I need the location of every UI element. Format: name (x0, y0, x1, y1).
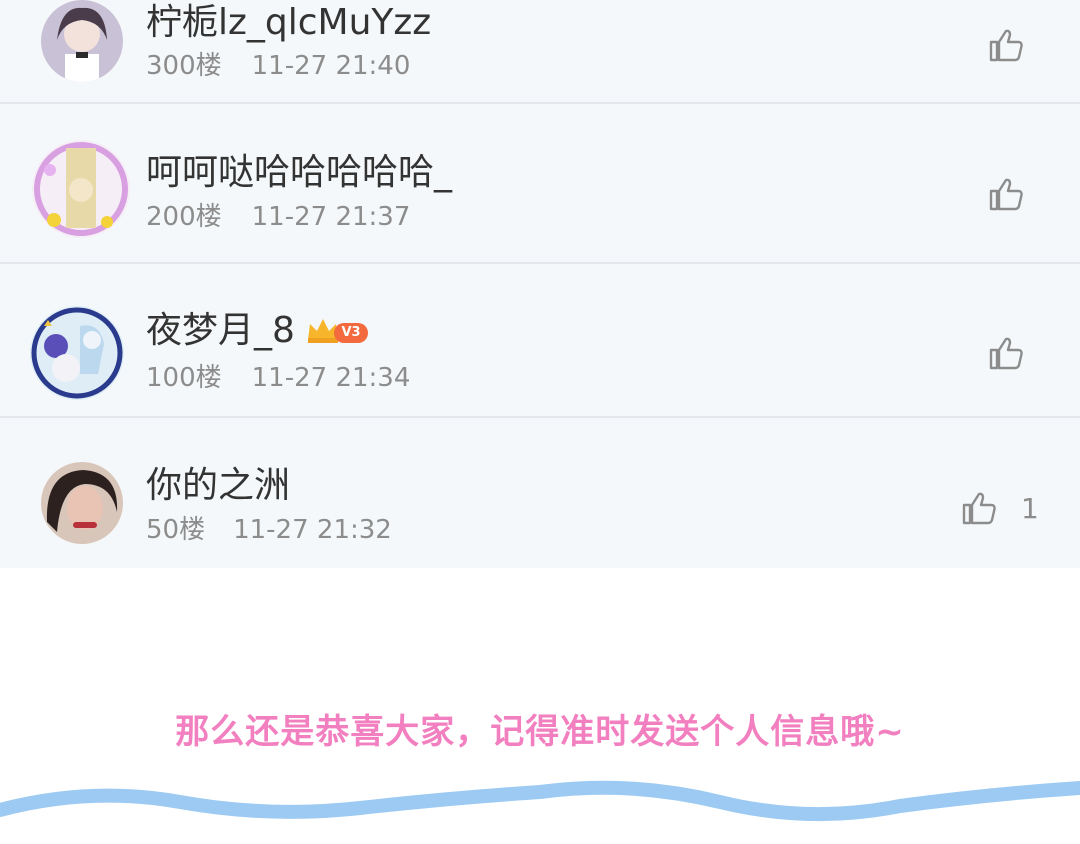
comment-meta: 50楼 11-27 21:32 (146, 517, 392, 543)
floor-number: 100楼 (146, 363, 222, 393)
caption-text: 那么还是恭喜大家，记得准时发送个人信息哦~ (175, 712, 905, 752)
thumbs-up-icon (989, 29, 1023, 62)
avatar[interactable] (41, 0, 123, 82)
avatar[interactable] (32, 140, 130, 238)
username[interactable]: 呵呵哒哈哈哈哈哈_ (146, 155, 452, 191)
wave-decoration (0, 780, 1080, 844)
floor-number: 300楼 (146, 51, 222, 81)
comment-meta: 300楼 11-27 21:40 (146, 53, 410, 79)
like-button[interactable] (988, 27, 1024, 63)
thumbs-up-icon (989, 178, 1023, 211)
avatar[interactable] (41, 462, 123, 544)
username[interactable]: 柠栀lz_qlcMuYzz (146, 5, 431, 41)
comment-list: 柠栀lz_qlcMuYzz 300楼 11-27 21:40 呵呵哒哈哈哈哈哈_ … (0, 0, 1080, 568)
like-button[interactable] (988, 176, 1024, 212)
comment-meta: 100楼 11-27 21:34 (146, 365, 410, 391)
like-count: 1 (1021, 492, 1039, 525)
level-badge-label: V3 (341, 325, 361, 340)
comment-row[interactable]: 呵呵哒哈哈哈哈哈_ 200楼 11-27 21:37 (0, 104, 1080, 264)
timestamp: 11-27 21:37 (251, 202, 411, 232)
comment-row[interactable]: 夜梦月_8 V3 100楼 11-27 21:34 (0, 264, 1080, 418)
like-button[interactable] (961, 490, 997, 526)
username[interactable]: 夜梦月_8 (146, 313, 295, 349)
timestamp: 11-27 21:32 (233, 515, 392, 545)
thumbs-up-icon (962, 492, 996, 525)
username[interactable]: 你的之洲 (146, 468, 290, 504)
timestamp: 11-27 21:34 (251, 363, 411, 393)
like-button[interactable] (988, 335, 1024, 371)
comment-row[interactable]: 你的之洲 50楼 11-27 21:32 1 (0, 418, 1080, 568)
thumbs-up-icon (989, 337, 1023, 370)
comment-row[interactable]: 柠栀lz_qlcMuYzz 300楼 11-27 21:40 (0, 0, 1080, 104)
timestamp: 11-27 21:40 (251, 51, 411, 81)
level-badge: V3 (334, 323, 368, 343)
avatar[interactable] (30, 306, 124, 400)
floor-number: 50楼 (146, 515, 206, 545)
comment-meta: 200楼 11-27 21:37 (146, 204, 410, 230)
floor-number: 200楼 (146, 202, 222, 232)
